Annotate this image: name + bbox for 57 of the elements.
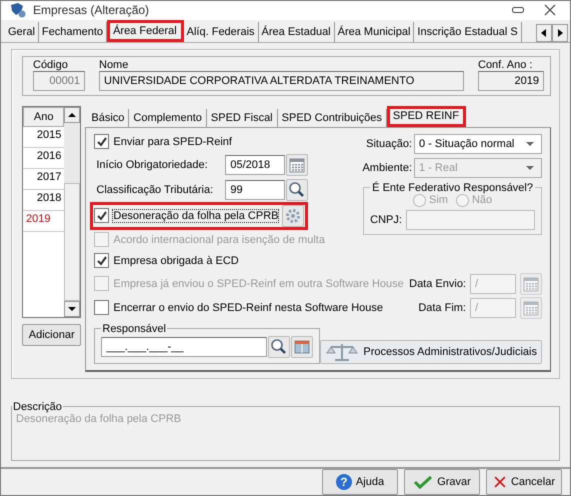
scroll-down-icon[interactable] — [64, 300, 80, 317]
field-label: Situação: — [366, 138, 412, 150]
description-text: Desoneração da folha pela CPRB — [16, 412, 182, 425]
field-label: Início Obrigatoriedade: — [95, 158, 209, 171]
search-icon[interactable] — [286, 178, 308, 201]
search-icon[interactable] — [268, 336, 290, 358]
scroll-right-icon[interactable] — [552, 24, 568, 42]
checkbox-label[interactable]: Encerrar o envio do SPED-Reinf nesta Software House — [113, 302, 384, 314]
group-title: Responsável — [101, 322, 167, 335]
check-icon — [413, 474, 434, 490]
minimize-icon[interactable] — [512, 7, 524, 14]
help-icon: ? — [336, 474, 352, 490]
checkbox[interactable] — [94, 253, 110, 268]
checkbox[interactable] — [94, 208, 110, 224]
year-field[interactable]: 2019 — [478, 70, 544, 91]
field-label: Ambiente: — [362, 162, 412, 174]
field-label: Data Fim: — [418, 302, 466, 314]
scroll-left-icon[interactable] — [536, 24, 552, 42]
scrollbar[interactable] — [64, 106, 80, 317]
input-field[interactable]: 99 — [225, 180, 286, 200]
field-label: Conf. Ano : — [478, 58, 534, 71]
window-title: Empresas (Alteração) — [33, 3, 150, 18]
dialog-button[interactable]: ? Ajuda — [322, 468, 398, 495]
checkbox[interactable] — [94, 134, 110, 150]
checkbox-label[interactable]: Enviar para SPED-Reinf — [113, 136, 232, 148]
input-field[interactable]: ___.___.___-__ — [101, 336, 268, 357]
field-label: Data Envio: — [409, 278, 466, 290]
group-title: Descrição — [12, 400, 63, 413]
field-label: CNPJ: — [370, 214, 402, 226]
group-title: É Ente Federativo Responsável? — [371, 182, 534, 194]
add-button[interactable]: Adicionar — [22, 324, 82, 346]
checkbox-label[interactable]: Empresa obrigada à ECD — [113, 254, 239, 267]
dialog-button[interactable]: Gravar — [404, 468, 480, 495]
tab[interactable]: Alíq. Federais — [184, 22, 259, 42]
tab[interactable]: SPED REINF — [386, 106, 466, 127]
input-field[interactable]: 05/2018 — [225, 154, 286, 175]
column-header[interactable]: Ano — [23, 106, 64, 127]
scroll-up-icon[interactable] — [64, 106, 80, 123]
field-label: Nome — [99, 58, 130, 71]
cnpj-field[interactable] — [406, 210, 535, 230]
close-icon[interactable] — [544, 4, 556, 16]
tab[interactable]: Área Federal — [107, 20, 184, 42]
scales-icon — [325, 342, 360, 362]
checkbox-label[interactable]: Desoneração da folha pela CPRB — [113, 210, 278, 222]
dialog-button[interactable]: Cancelar — [486, 468, 562, 495]
field-label: Classificação Tributária: — [95, 184, 214, 196]
name-field[interactable]: UNIVERSIDADE CORPORATIVA ALTERDATA TREINAMENTO — [99, 70, 464, 91]
settings-icon[interactable] — [282, 204, 304, 227]
field-label: Código — [33, 58, 69, 71]
tab[interactable]: Área Municipal — [334, 22, 414, 42]
dropdown[interactable]: 0 - Situação normal — [414, 134, 542, 154]
code-field[interactable]: 00001 — [33, 70, 85, 91]
processes-button[interactable]: Processos Administrativos/Judiciais — [320, 340, 542, 364]
checkbox[interactable] — [94, 300, 110, 316]
tab[interactable]: Área Estadual — [258, 22, 335, 42]
app-icon — [9, 2, 27, 18]
scrollbar-thumb[interactable] — [64, 182, 80, 301]
